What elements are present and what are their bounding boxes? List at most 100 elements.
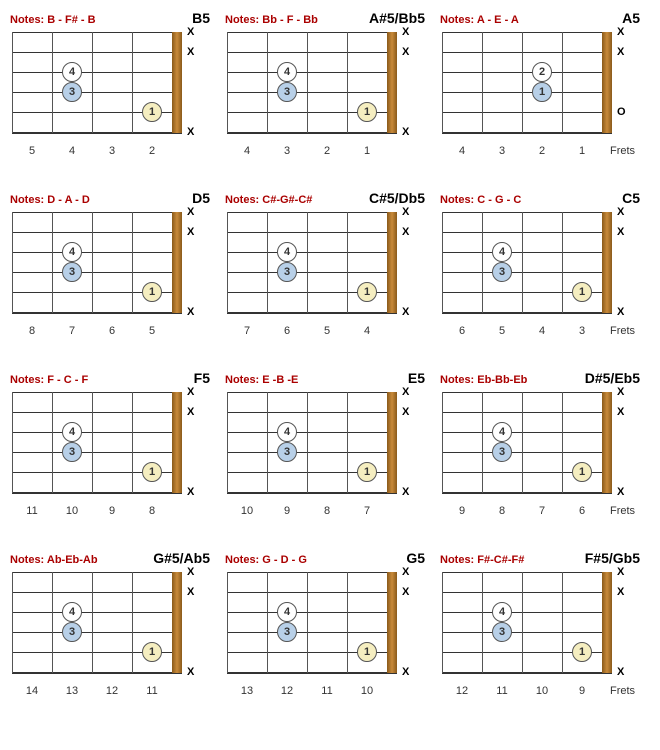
string-line <box>442 572 612 573</box>
fret-number: 4 <box>244 145 250 157</box>
fret-line <box>562 32 563 133</box>
finger-dot: 1 <box>142 462 162 482</box>
fret-line <box>92 572 93 673</box>
string-line <box>227 592 397 593</box>
fret-number: 8 <box>149 505 155 517</box>
fret-line <box>12 32 13 133</box>
mute-icon: X <box>187 227 194 237</box>
finger-dot: 4 <box>62 62 82 82</box>
fret-line <box>132 392 133 493</box>
mute-icon: X <box>187 567 194 577</box>
fret-number: 2 <box>539 145 545 157</box>
fret-number: 13 <box>66 685 78 697</box>
finger-dot: 3 <box>277 622 297 642</box>
fret-number: 6 <box>284 325 290 337</box>
string-line <box>442 452 612 453</box>
chord-diagram: Notes: A - E - AA5XXO214321Frets <box>440 10 640 170</box>
fret-line <box>12 392 13 493</box>
fret-number: 7 <box>539 505 545 517</box>
mute-icon: X <box>187 587 194 597</box>
fret-number: 5 <box>149 325 155 337</box>
frets-label: Frets <box>610 505 635 517</box>
string-line <box>12 212 182 213</box>
finger-dot: 2 <box>532 62 552 82</box>
nut <box>387 572 397 673</box>
chord-name: G5 <box>406 550 425 566</box>
mute-icon: X <box>617 387 624 397</box>
fret-line <box>562 572 563 673</box>
fret-number: 6 <box>579 505 585 517</box>
string-line <box>12 452 182 453</box>
string-line <box>442 272 612 273</box>
fret-line <box>482 32 483 133</box>
mute-icon: X <box>402 27 409 37</box>
fret-numbers: 9876Frets <box>442 505 622 520</box>
fret-line <box>522 32 523 133</box>
finger-dot: 3 <box>62 442 82 462</box>
chord-header: Notes: D - A - DD5 <box>10 190 210 208</box>
mute-icon: X <box>187 407 194 417</box>
finger-dot: 4 <box>277 422 297 442</box>
fret-number: 5 <box>324 325 330 337</box>
string-line <box>227 132 397 134</box>
string-line <box>227 492 397 494</box>
finger-dot: 3 <box>492 622 512 642</box>
chord-name: F5 <box>194 370 210 386</box>
notes-label: Notes: F#-C#-F# <box>440 554 524 566</box>
chord-diagram: Notes: B - F# - BB5XXX4315432 <box>10 10 210 170</box>
chord-header: Notes: C - G - CC5 <box>440 190 640 208</box>
chord-diagram: Notes: D - A - DD5XXX4318765 <box>10 190 210 350</box>
notes-label: Notes: Bb - F - Bb <box>225 14 318 26</box>
chord-diagram: Notes: E -B -EE5XXX43110987 <box>225 370 425 530</box>
fret-number: 8 <box>499 505 505 517</box>
mute-icon: X <box>402 227 409 237</box>
string-line <box>442 132 612 134</box>
fret-number: 12 <box>281 685 293 697</box>
fret-number: 10 <box>66 505 78 517</box>
string-line <box>442 632 612 633</box>
nut <box>602 212 612 313</box>
fret-numbers: 7 6 5 4 <box>227 325 407 340</box>
fret-number: 10 <box>241 505 253 517</box>
fret-number: 7 <box>244 325 250 337</box>
notes-label: Notes: C#-G#-C# <box>225 194 312 206</box>
fret-line <box>52 32 53 133</box>
fret-number: 4 <box>364 325 370 337</box>
fret-line <box>522 212 523 313</box>
string-line <box>442 672 612 674</box>
fret-number: 4 <box>69 145 75 157</box>
nut <box>602 392 612 493</box>
nut <box>172 212 182 313</box>
nut <box>172 572 182 673</box>
chord-diagram: Notes: C - G - CC5XXX4316543Frets <box>440 190 640 350</box>
fret-line <box>227 212 228 313</box>
string-line <box>227 232 397 233</box>
fret-number: 7 <box>69 325 75 337</box>
string-line <box>442 392 612 393</box>
fretboard: XXX431 <box>12 32 192 142</box>
mute-icon: X <box>402 407 409 417</box>
fretboard: XXX431 <box>227 572 407 682</box>
string-line <box>12 572 182 573</box>
fretboard: XXX431 <box>442 392 622 502</box>
fret-numbers: 14131211 <box>12 685 192 700</box>
string-line <box>442 72 612 73</box>
fret-line <box>132 212 133 313</box>
fret-number: 2 <box>149 145 155 157</box>
fretboard: XXX431 <box>227 32 407 142</box>
finger-dot: 3 <box>277 442 297 462</box>
string-line <box>442 112 612 113</box>
fret-number: 11 <box>26 505 37 517</box>
frets-label: Frets <box>610 145 635 157</box>
notes-label: Notes: G - D - G <box>225 554 307 566</box>
finger-dot: 3 <box>62 622 82 642</box>
fret-line <box>92 212 93 313</box>
frets-label: Frets <box>610 325 635 337</box>
fret-number: 13 <box>241 685 253 697</box>
fret-number: 6 <box>459 325 465 337</box>
fret-number: 9 <box>579 685 585 697</box>
fret-number: 12 <box>456 685 468 697</box>
fret-line <box>12 572 13 673</box>
fret-line <box>482 212 483 313</box>
chord-header: Notes: F#-C#-F#F#5/Gb5 <box>440 550 640 568</box>
